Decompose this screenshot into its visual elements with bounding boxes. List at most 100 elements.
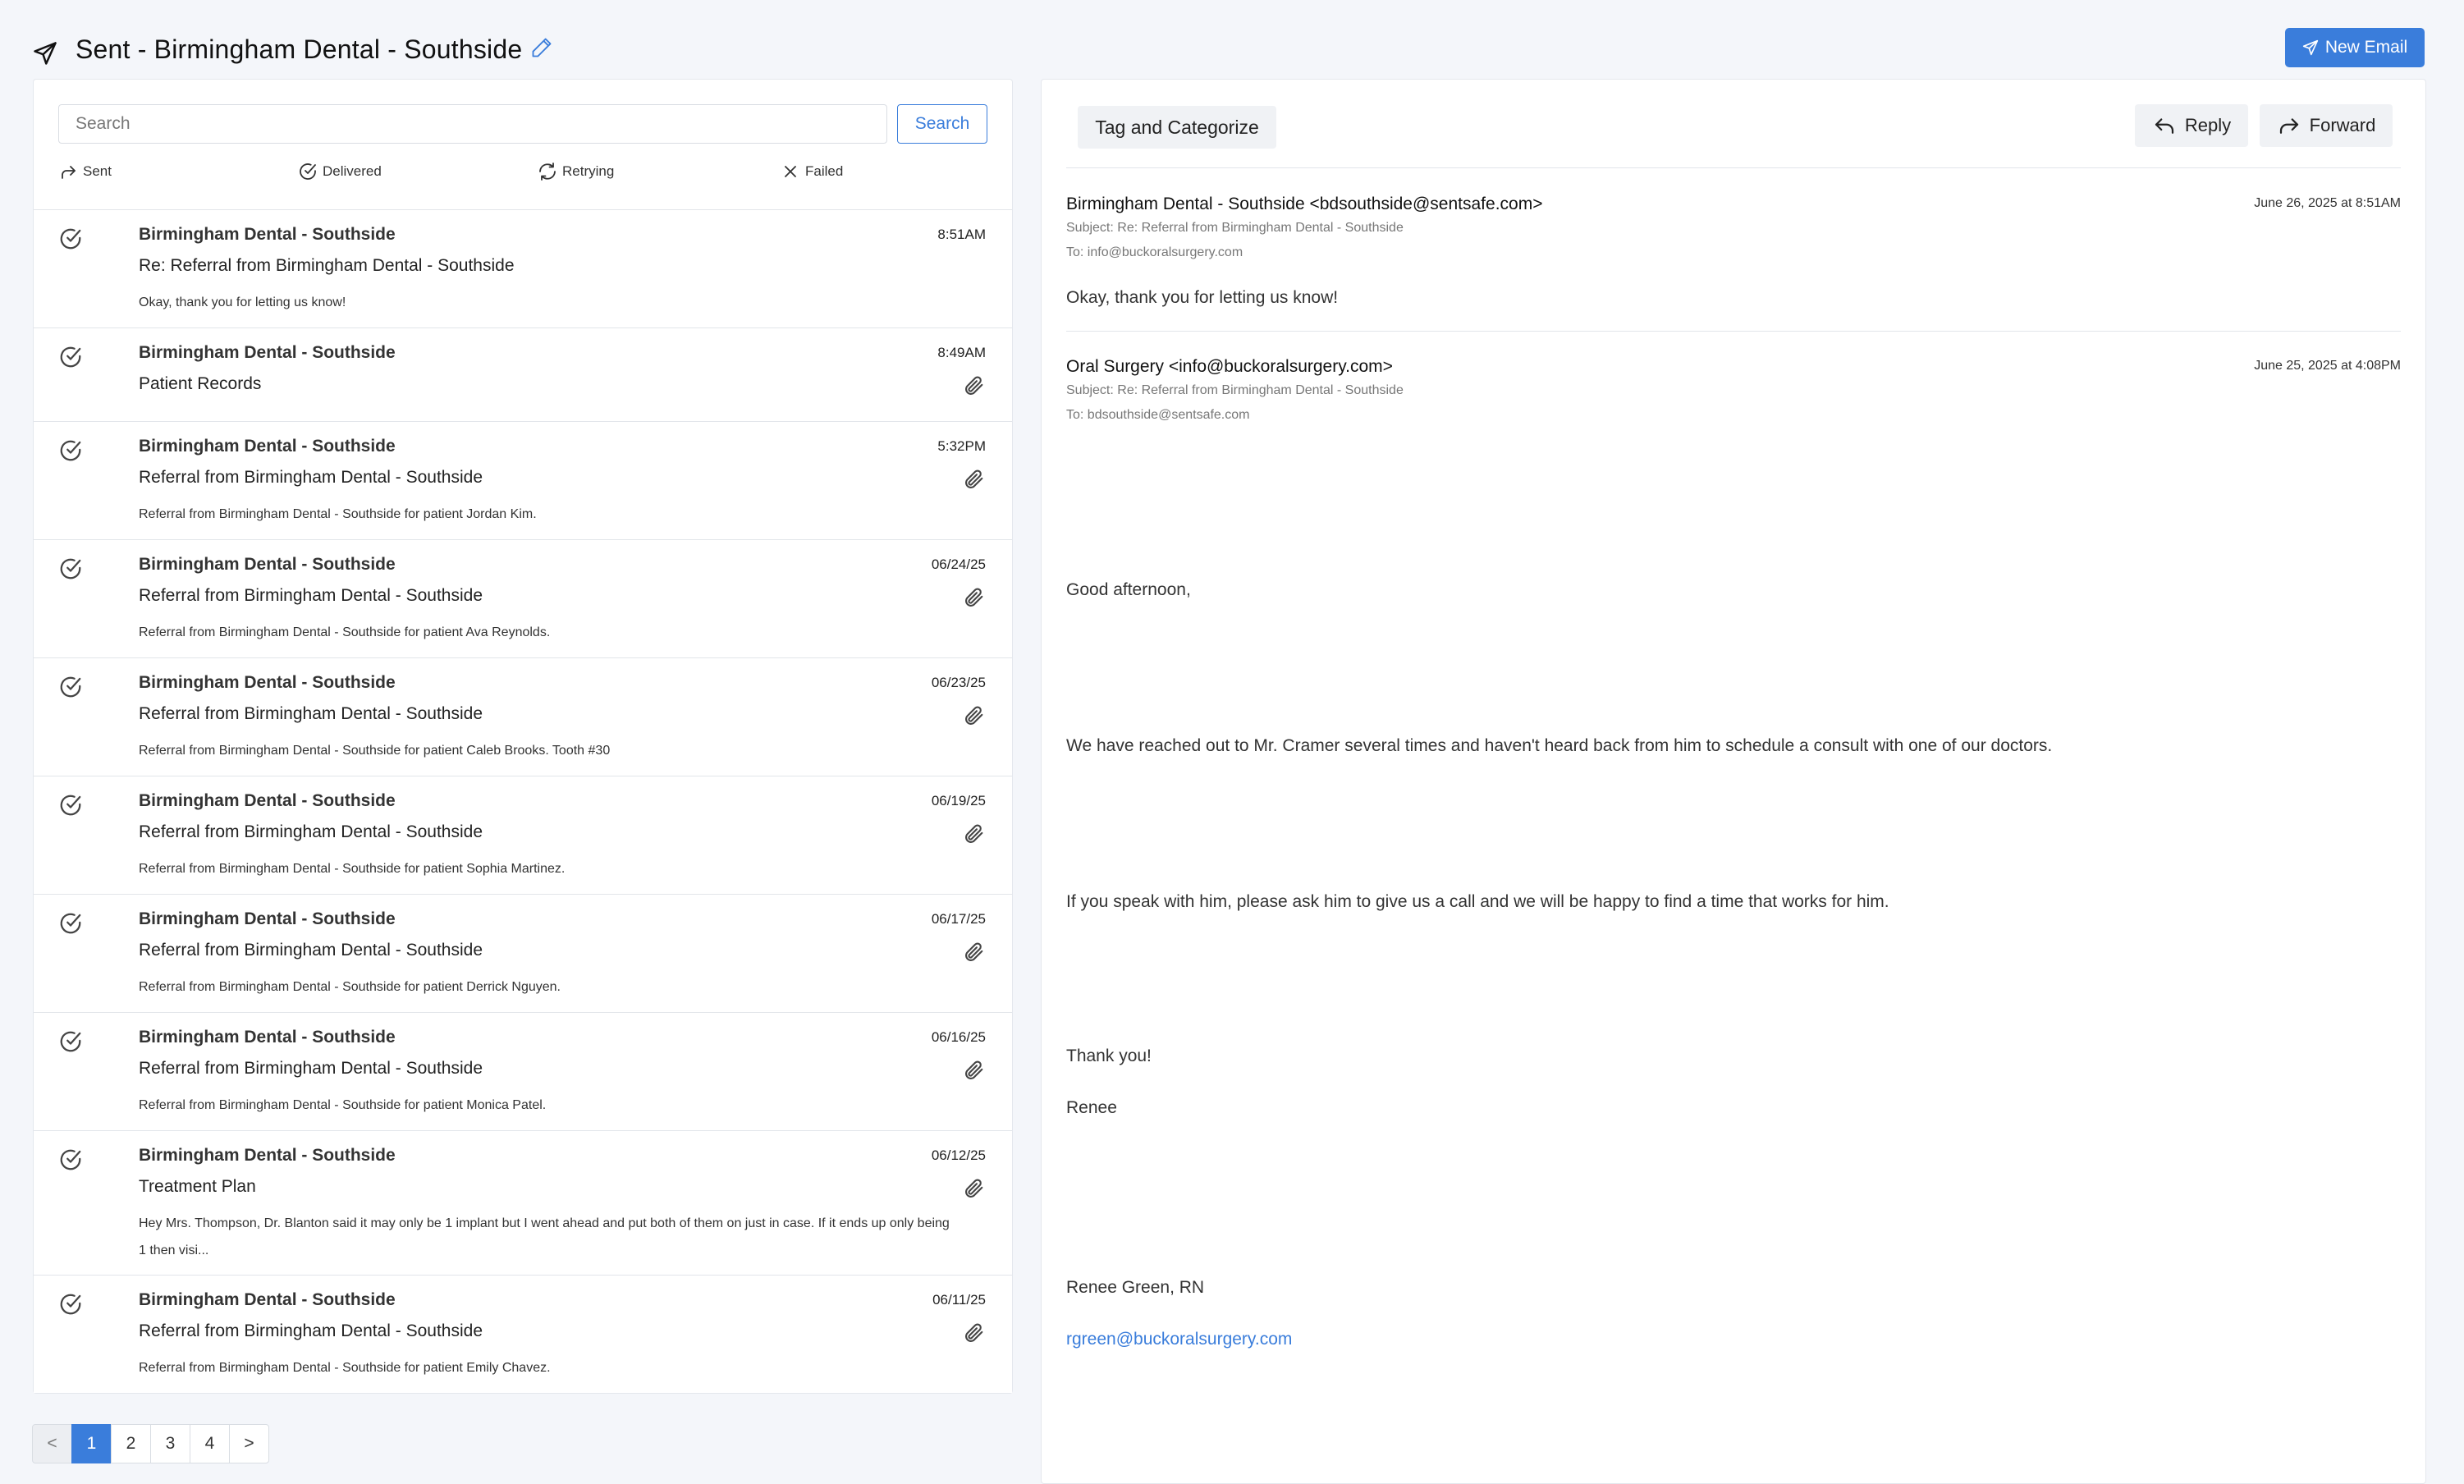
page-title: Sent - Birmingham Dental - Southside: [76, 34, 523, 64]
email-row[interactable]: Birmingham Dental - Southside Referral fr…: [34, 1275, 1012, 1393]
refresh-icon: [539, 163, 556, 181]
email-subject: Patient Records: [139, 374, 262, 393]
reply-arrow-icon: [2155, 118, 2173, 134]
email-preview: Referral from Birmingham Dental - Souths…: [139, 1098, 547, 1112]
forward-arrow-icon: [2279, 118, 2298, 134]
new-email-label: New Email: [2324, 38, 2408, 57]
page-1-button[interactable]: 1: [71, 1424, 112, 1463]
email-row[interactable]: Birmingham Dental - Southside Treatment P…: [34, 1130, 1012, 1275]
email-row[interactable]: Birmingham Dental - Southside Referral fr…: [34, 894, 1012, 1012]
email-subject: Re: Referral from Birmingham Dental - So…: [139, 256, 515, 275]
email-preview: Referral from Birmingham Dental - Souths…: [139, 744, 611, 758]
paperclip-icon: [965, 1060, 983, 1079]
pagination: < 1 2 3 4 >: [32, 1424, 269, 1463]
email-row[interactable]: Birmingham Dental - Southside Referral fr…: [34, 1012, 1012, 1130]
email-subject: Treatment Plan: [139, 1177, 256, 1196]
email-detail-panel: Tag and Categorize Reply Forward Birming…: [1041, 79, 2426, 1484]
prev-page-button[interactable]: <: [32, 1424, 72, 1463]
status-filters: Sent Delivered Retrying Failed: [58, 162, 987, 186]
email-row[interactable]: Birmingham Dental - Southside Patient Rec…: [34, 327, 1012, 421]
message-body-line: Renee: [1066, 1098, 1117, 1117]
new-email-button[interactable]: New Email: [2285, 28, 2425, 67]
filter-failed-label: Failed: [805, 163, 844, 179]
email-time: 5:32PM: [937, 438, 986, 454]
pencil-icon[interactable]: [530, 36, 553, 59]
email-subject: Referral from Birmingham Dental - Souths…: [139, 822, 483, 841]
email-time: 06/17/25: [931, 911, 986, 927]
page-2-button[interactable]: 2: [111, 1424, 151, 1463]
paperclip-icon: [965, 1323, 983, 1342]
next-page-button[interactable]: >: [229, 1424, 269, 1463]
reply-label: Reply: [2184, 115, 2232, 135]
check-circle-icon: [60, 1294, 81, 1315]
filter-sent[interactable]: Sent: [58, 162, 112, 181]
check-circle-icon: [60, 558, 81, 579]
filter-failed[interactable]: Failed: [781, 162, 843, 181]
check-circle-icon: [60, 1149, 81, 1170]
paperclip-icon: [965, 376, 983, 395]
email-row[interactable]: Birmingham Dental - Southside Re: Referra…: [34, 209, 1012, 327]
tag-categorize-button[interactable]: Tag and Categorize: [1078, 106, 1276, 149]
email-subject: Referral from Birmingham Dental - Souths…: [139, 941, 483, 960]
page-header: Sent - Birmingham Dental - Southside New…: [33, 25, 2425, 74]
email-list-panel: Search Sent Delivered Retrying Failed: [33, 79, 1013, 1394]
email-sender: Birmingham Dental - Southside: [139, 343, 396, 362]
email-sender: Birmingham Dental - Southside: [139, 791, 396, 810]
message-body-line: Thank you!: [1066, 1047, 1152, 1065]
email-time: 06/24/25: [931, 556, 986, 572]
check-circle-icon: [60, 440, 81, 461]
signature-name: Renee Green, RN: [1066, 1278, 1205, 1297]
message-body-line: If you speak with him, please ask him to…: [1066, 892, 1889, 911]
message-subject: Subject: Re: Referral from Birmingham De…: [1066, 221, 1404, 235]
email-time: 06/23/25: [931, 675, 986, 690]
paperclip-icon: [965, 706, 983, 725]
search-button[interactable]: Search: [897, 104, 987, 144]
signature-email-link[interactable]: rgreen@buckoralsurgery.com: [1066, 1330, 1292, 1349]
check-circle-icon: [60, 346, 81, 368]
email-preview: Referral from Birmingham Dental - Souths…: [139, 507, 537, 521]
message-date: June 25, 2025 at 4:08PM: [2254, 359, 2401, 373]
email-list: Birmingham Dental - Southside Re: Referra…: [34, 209, 1012, 1393]
paperclip-icon: [965, 469, 983, 488]
reply-button[interactable]: Reply: [2135, 104, 2248, 147]
email-row[interactable]: Birmingham Dental - Southside Referral fr…: [34, 539, 1012, 657]
email-sender: Birmingham Dental - Southside: [139, 555, 396, 574]
paperclip-icon: [965, 824, 983, 843]
email-preview: Okay, thank you for letting us know!: [139, 295, 346, 309]
message-to: To: info@buckoralsurgery.com: [1066, 245, 1243, 259]
paperclip-icon: [965, 1179, 983, 1198]
email-time: 06/12/25: [931, 1147, 986, 1163]
filter-sent-label: Sent: [83, 163, 112, 179]
email-subject: Referral from Birmingham Dental - Souths…: [139, 586, 483, 605]
email-sender: Birmingham Dental - Southside: [139, 437, 396, 456]
page-3-button[interactable]: 3: [150, 1424, 190, 1463]
message-body-line: We have reached out to Mr. Cramer severa…: [1066, 736, 2053, 755]
email-sender: Birmingham Dental - Southside: [139, 225, 396, 244]
paperclip-icon: [965, 942, 983, 961]
email-subject: Referral from Birmingham Dental - Souths…: [139, 1059, 483, 1078]
check-circle-icon: [300, 163, 316, 180]
email-preview: Referral from Birmingham Dental - Souths…: [139, 980, 561, 994]
check-circle-icon: [60, 913, 81, 934]
message-body-line: Good afternoon,: [1066, 580, 1191, 599]
filter-retrying-label: Retrying: [562, 163, 615, 179]
email-time: 06/19/25: [931, 793, 986, 808]
message-from: Oral Surgery <info@buckoralsurgery.com>: [1066, 357, 1393, 376]
email-time: 06/16/25: [931, 1029, 986, 1045]
forward-button[interactable]: Forward: [2260, 104, 2393, 147]
x-icon: [785, 166, 796, 177]
email-time: 8:51AM: [937, 227, 986, 242]
email-row[interactable]: Birmingham Dental - Southside Referral fr…: [34, 421, 1012, 539]
email-preview: Referral from Birmingham Dental - Souths…: [139, 625, 551, 639]
email-row[interactable]: Birmingham Dental - Southside Referral fr…: [34, 657, 1012, 776]
email-sender: Birmingham Dental - Southside: [139, 1290, 396, 1309]
filter-retrying[interactable]: Retrying: [538, 162, 614, 181]
email-row[interactable]: Birmingham Dental - Southside Referral fr…: [34, 776, 1012, 894]
email-time: 06/11/25: [932, 1292, 986, 1308]
message-from: Birmingham Dental - Southside <bdsouthsi…: [1066, 195, 1543, 213]
search-input[interactable]: [58, 104, 887, 144]
page-4-button[interactable]: 4: [190, 1424, 230, 1463]
email-sender: Birmingham Dental - Southside: [139, 1028, 396, 1047]
send-icon: [34, 42, 57, 65]
filter-delivered[interactable]: Delivered: [298, 162, 382, 181]
